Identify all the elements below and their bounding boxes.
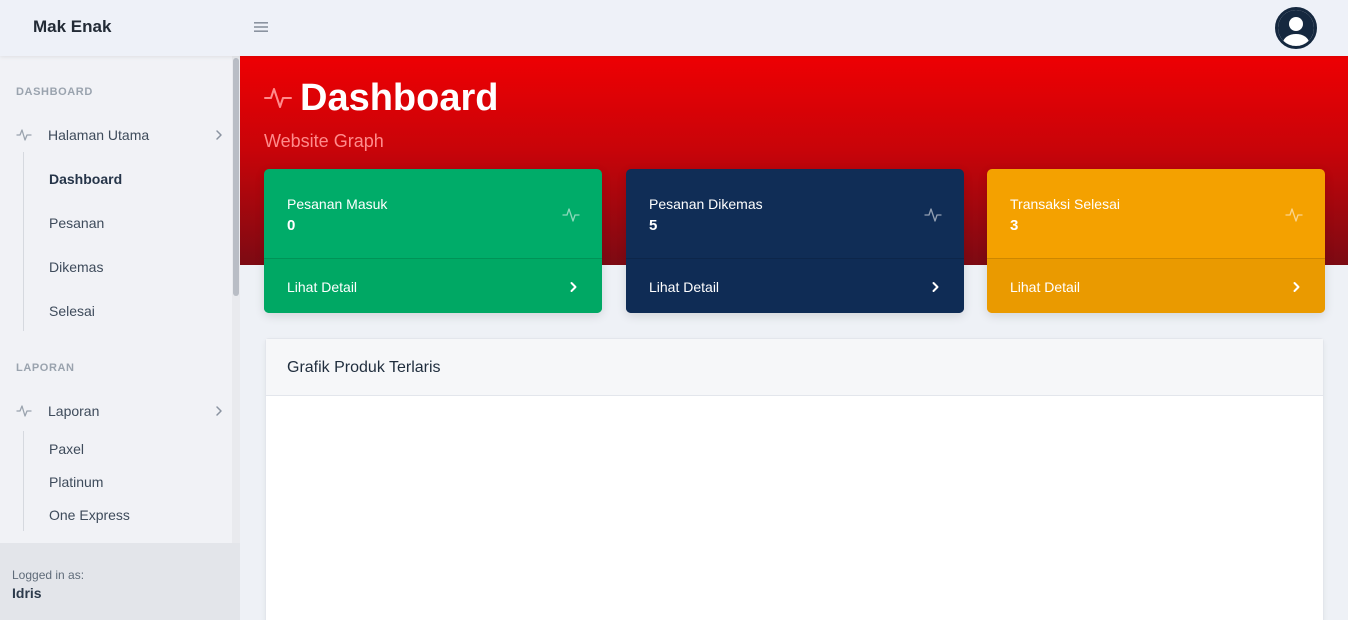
scrollbar-thumb[interactable] bbox=[233, 58, 239, 296]
card-detail-link[interactable]: Lihat Detail bbox=[626, 258, 964, 313]
chevron-right-icon bbox=[1292, 280, 1301, 292]
activity-icon bbox=[1285, 206, 1303, 224]
activity-icon bbox=[16, 403, 32, 419]
brand-name[interactable]: Mak Enak bbox=[33, 17, 111, 37]
card-detail-label: Lihat Detail bbox=[1010, 279, 1081, 295]
card-title: Pesanan Masuk bbox=[287, 196, 388, 212]
submenu-line bbox=[23, 431, 24, 531]
card-value: 0 bbox=[287, 217, 296, 234]
sidebar-heading-dashboard: DASHBOARD bbox=[16, 86, 93, 98]
sidebar-item-one-express[interactable]: One Express bbox=[49, 507, 130, 523]
sidebar: DASHBOARD Halaman Utama Dashboard Pesana… bbox=[0, 56, 240, 620]
chart-panel-body bbox=[266, 396, 1323, 620]
card-title: Pesanan Dikemas bbox=[649, 196, 763, 212]
card-pesanan-masuk: Pesanan Masuk 0 Lihat Detail bbox=[264, 169, 602, 313]
user-avatar-icon[interactable] bbox=[1275, 7, 1317, 49]
chart-panel: Grafik Produk Terlaris bbox=[265, 338, 1324, 620]
logged-in-user: Idris bbox=[12, 585, 42, 601]
sidebar-group-laporan[interactable]: Laporan bbox=[0, 393, 232, 429]
card-detail-link[interactable]: Lihat Detail bbox=[987, 258, 1325, 313]
page-title: Dashboard bbox=[300, 77, 499, 119]
sidebar-item-paxel[interactable]: Paxel bbox=[49, 441, 84, 457]
activity-icon bbox=[16, 127, 32, 143]
card-value: 5 bbox=[649, 217, 658, 234]
sidebar-scrollbar[interactable] bbox=[232, 56, 240, 543]
card-detail-label: Lihat Detail bbox=[287, 279, 358, 295]
activity-icon bbox=[924, 206, 942, 224]
card-detail-label: Lihat Detail bbox=[649, 279, 720, 295]
activity-icon bbox=[562, 206, 580, 224]
sidebar-item-dashboard[interactable]: Dashboard bbox=[49, 171, 122, 187]
card-pesanan-dikemas: Pesanan Dikemas 5 Lihat Detail bbox=[626, 169, 964, 313]
page-subtitle: Website Graph bbox=[264, 131, 384, 151]
sidebar-heading-laporan: LAPORAN bbox=[16, 362, 75, 374]
card-transaksi-selesai: Transaksi Selesai 3 Lihat Detail bbox=[987, 169, 1325, 313]
hamburger-icon[interactable] bbox=[253, 19, 269, 35]
chart-panel-title: Grafik Produk Terlaris bbox=[287, 359, 441, 376]
sidebar-group-label: Halaman Utama bbox=[48, 127, 150, 143]
submenu-line bbox=[23, 152, 24, 331]
sidebar-item-pesanan[interactable]: Pesanan bbox=[49, 215, 104, 231]
chevron-right-icon bbox=[931, 280, 940, 292]
sidebar-item-selesai[interactable]: Selesai bbox=[49, 303, 95, 319]
chevron-right-icon bbox=[214, 404, 224, 416]
logged-in-label: Logged in as: bbox=[12, 568, 85, 582]
chart-panel-header: Grafik Produk Terlaris bbox=[266, 339, 1323, 396]
sidebar-menu: DASHBOARD Halaman Utama Dashboard Pesana… bbox=[0, 56, 232, 543]
sidebar-footer: Logged in as: Idris bbox=[0, 543, 240, 620]
card-value: 3 bbox=[1010, 217, 1019, 234]
sidebar-group-label: Laporan bbox=[48, 403, 100, 419]
sidebar-item-dikemas[interactable]: Dikemas bbox=[49, 259, 103, 275]
card-title: Transaksi Selesai bbox=[1010, 196, 1120, 212]
top-navbar: Mak Enak bbox=[0, 0, 1348, 56]
sidebar-item-platinum[interactable]: Platinum bbox=[49, 474, 103, 490]
chevron-right-icon bbox=[569, 280, 578, 292]
card-detail-link[interactable]: Lihat Detail bbox=[264, 258, 602, 313]
chevron-right-icon bbox=[214, 128, 224, 140]
sidebar-group-halaman-utama[interactable]: Halaman Utama bbox=[0, 117, 232, 153]
activity-icon bbox=[264, 84, 292, 112]
